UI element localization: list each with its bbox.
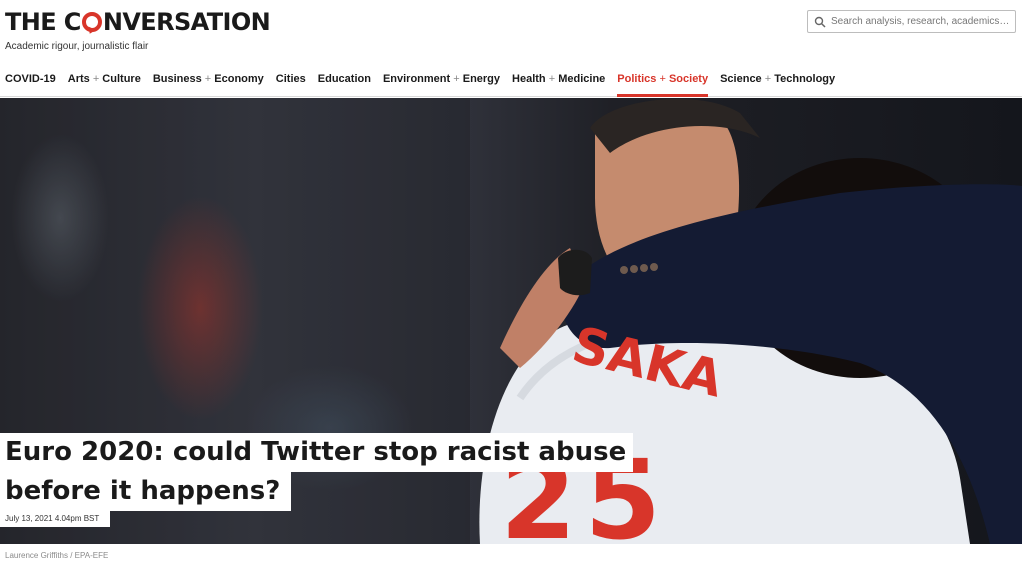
logo-text-end: NVERSATION [102, 8, 271, 36]
site-logo[interactable]: THE C NVERSATION [5, 7, 271, 37]
nav-item-environment-energy[interactable]: Environment + Energy [383, 73, 500, 97]
nav-item-business-economy[interactable]: Business + Economy [153, 73, 264, 97]
site-tagline: Academic rigour, journalistic flair [5, 41, 149, 52]
nav-item-education[interactable]: Education [318, 73, 371, 97]
search-box[interactable] [807, 10, 1016, 33]
site-header: THE C NVERSATION Academic rigour, journal… [0, 0, 1022, 97]
search-input[interactable] [831, 16, 1011, 27]
headline-line-1[interactable]: Euro 2020: could Twitter stop racist abu… [0, 433, 633, 472]
article-headline[interactable]: Euro 2020: could Twitter stop racist abu… [0, 433, 633, 511]
photo-credit: Laurence Griffiths / EPA-EFE [5, 551, 109, 560]
article-date: July 13, 2021 4.04pm BST [0, 511, 110, 527]
search-icon [814, 16, 826, 28]
nav-item-health-medicine[interactable]: Health + Medicine [512, 73, 605, 97]
logo-text-start: THE C [5, 8, 81, 36]
nav-item-science-technology[interactable]: Science + Technology [720, 73, 835, 97]
headline-line-2[interactable]: before it happens? [0, 472, 291, 511]
nav-item-covid[interactable]: COVID-19 [5, 73, 56, 97]
section-nav: COVID-19 Arts + Culture Business + Econo… [5, 73, 847, 97]
nav-item-cities[interactable]: Cities [276, 73, 306, 97]
speech-bubble-logo-icon [81, 12, 102, 32]
nav-item-arts-culture[interactable]: Arts + Culture [68, 73, 141, 97]
nav-item-politics-society[interactable]: Politics + Society [617, 73, 708, 97]
